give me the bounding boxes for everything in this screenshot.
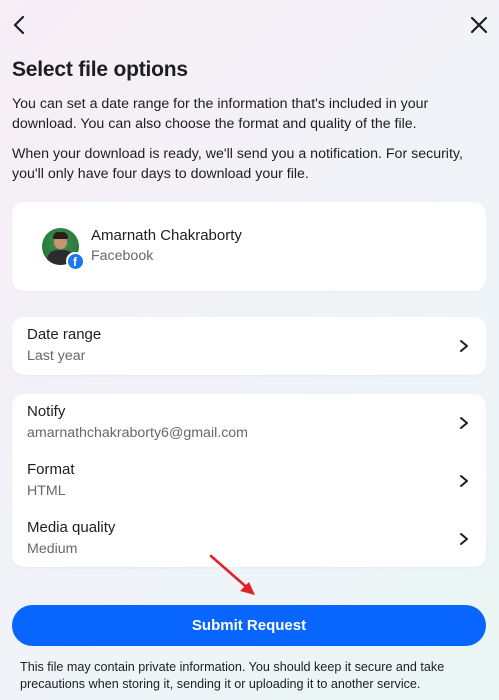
notify-row[interactable]: Notify amarnathchakraborty6@gmail.com <box>12 394 486 452</box>
back-button[interactable] <box>4 10 34 40</box>
chevron-right-icon <box>460 533 468 545</box>
chevron-right-icon <box>460 417 468 429</box>
date-range-value: Last year <box>27 348 86 364</box>
account-card: f Amarnath Chakraborty Facebook <box>12 202 486 291</box>
top-bar <box>0 0 499 52</box>
date-range-row[interactable]: Date range Last year <box>12 317 486 375</box>
close-icon <box>470 16 488 34</box>
facebook-badge-icon: f <box>66 252 84 270</box>
media-quality-label: Media quality <box>27 519 116 536</box>
notification-paragraph: When your download is ready, we'll send … <box>12 146 463 182</box>
settings-card: Notify amarnathchakraborty6@gmail.com Fo… <box>12 394 486 567</box>
submit-request-button[interactable]: Submit Request <box>12 605 486 646</box>
annotation-arrow-icon <box>209 554 255 595</box>
format-row[interactable]: Format HTML <box>12 452 486 510</box>
date-range-card: Date range Last year <box>12 317 486 375</box>
chevron-left-icon <box>13 15 25 35</box>
media-quality-value: Medium <box>27 541 78 557</box>
format-value: HTML <box>27 483 66 499</box>
account-name: Amarnath Chakraborty <box>91 227 242 244</box>
format-label: Format <box>27 461 75 478</box>
notify-value: amarnathchakraborty6@gmail.com <box>27 425 249 441</box>
page-title: Select file options <box>12 58 188 81</box>
chevron-right-icon <box>460 475 468 487</box>
privacy-note: This file may contain private informatio… <box>20 660 445 691</box>
notify-label: Notify <box>27 403 66 420</box>
chevron-right-icon <box>460 340 468 352</box>
account-platform: Facebook <box>91 248 154 264</box>
close-button[interactable] <box>464 10 494 40</box>
intro-paragraph: You can set a date range for the informa… <box>12 96 429 132</box>
date-range-label: Date range <box>27 326 102 343</box>
